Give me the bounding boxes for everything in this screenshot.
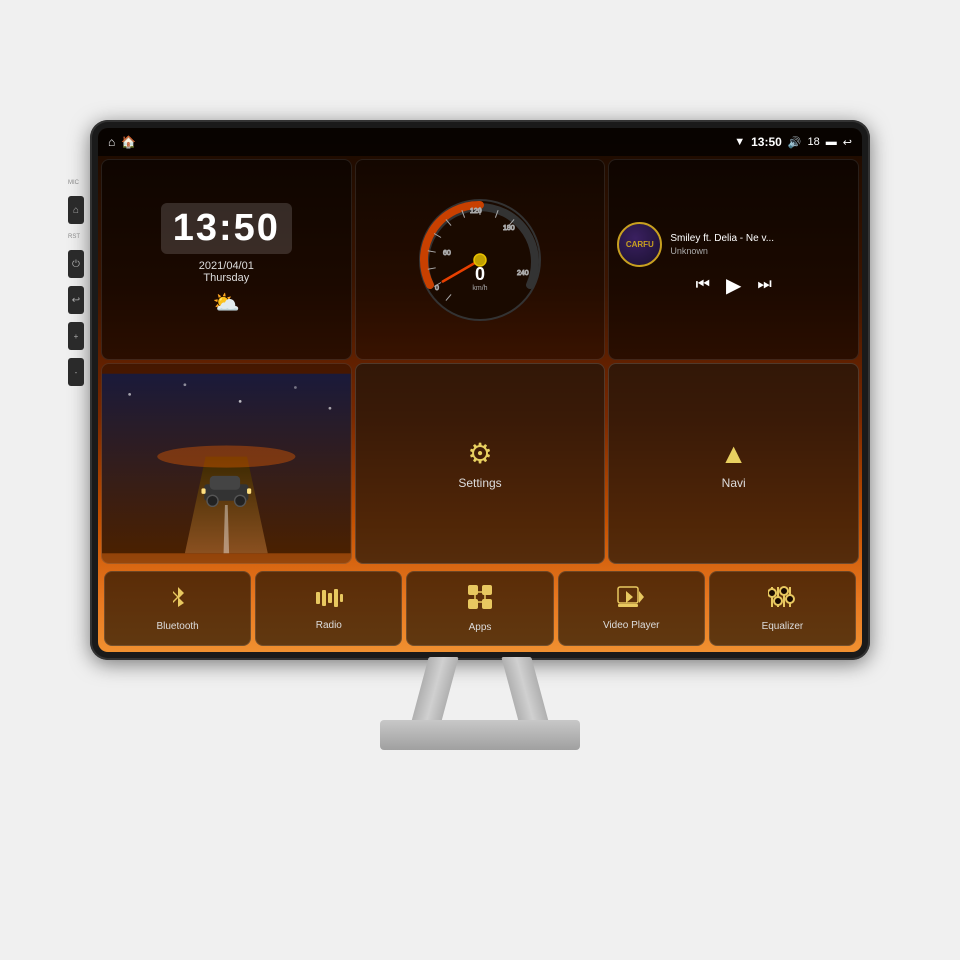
road-widget: [101, 363, 352, 564]
app-item-bluetooth[interactable]: Bluetooth: [104, 571, 251, 646]
back-icon: ↩: [843, 136, 852, 149]
music-title: Smiley ft. Delia - Ne v...: [670, 233, 850, 244]
bottom-app-row: Bluetooth Radio: [98, 567, 862, 652]
speedometer-svg: 0 60 120 180 240 0 km/h: [415, 195, 545, 325]
screen-icon: ▬: [826, 136, 837, 148]
video-icon: [617, 586, 645, 615]
app-item-radio[interactable]: Radio: [255, 571, 402, 646]
navi-widget[interactable]: ▲ Navi: [608, 363, 859, 564]
status-left-icons: ⌂ 🏠: [108, 135, 136, 149]
clock-day: Thursday: [203, 272, 249, 284]
home-icon: ⌂: [108, 135, 115, 149]
clock-time: 13:50: [161, 203, 292, 254]
prev-button[interactable]: ⏮: [696, 276, 710, 294]
road-scene-svg: [102, 364, 351, 563]
device-stand: [370, 650, 590, 750]
bluetooth-icon: [166, 585, 190, 616]
status-bar: ⌂ 🏠 ▼ 13:50 🔊 18 ▬ ↩: [98, 128, 862, 156]
wifi-icon: ▼: [734, 136, 745, 148]
music-top: CARFU Smiley ft. Delia - Ne v... Unknown: [617, 222, 850, 267]
main-content: 13:50 2021/04/01 Thursday ⛅: [98, 156, 862, 567]
bluetooth-label: Bluetooth: [156, 621, 198, 632]
apps-label: Apps: [469, 622, 492, 633]
stand-right-leg: [501, 657, 548, 722]
navi-label: Navi: [722, 476, 746, 490]
svg-text:120: 120: [470, 208, 482, 215]
music-album-art: CARFU: [617, 222, 662, 267]
navi-icon: ▲: [720, 438, 748, 470]
device-frame: MIC ⌂ RST ⏻ ↩ + - ⌂ 🏠: [90, 120, 870, 660]
equalizer-label: Equalizer: [762, 621, 804, 632]
settings-label: Settings: [458, 476, 501, 490]
svg-text:180: 180: [503, 225, 515, 232]
settings-widget[interactable]: ⚙ Settings: [355, 363, 606, 564]
music-widget: CARFU Smiley ft. Delia - Ne v... Unknown…: [608, 159, 859, 360]
vol-up-side-button[interactable]: +: [68, 322, 84, 350]
stand-left-leg: [411, 657, 458, 722]
mic-label: MIC: [68, 180, 84, 186]
next-button[interactable]: ⏭: [757, 276, 771, 294]
status-right-area: ▼ 13:50 🔊 18 ▬ ↩: [734, 135, 852, 149]
app-item-apps[interactable]: Apps: [406, 571, 553, 646]
weather-icon: ⛅: [213, 290, 240, 316]
apps-icon: [467, 584, 493, 617]
clock-widget: 13:50 2021/04/01 Thursday ⛅: [101, 159, 352, 360]
radio-icon: [315, 587, 343, 615]
settings-icon: ⚙: [467, 437, 492, 470]
home-side-button[interactable]: ⌂: [68, 196, 84, 224]
play-button[interactable]: ▶: [726, 273, 741, 298]
device-wrapper: MIC ⌂ RST ⏻ ↩ + - ⌂ 🏠: [80, 120, 880, 840]
rst-label: RST: [68, 234, 84, 240]
music-artist: Unknown: [670, 246, 850, 256]
svg-text:60: 60: [443, 250, 451, 257]
music-info: Smiley ft. Delia - Ne v... Unknown: [670, 233, 850, 256]
app-item-video[interactable]: Video Player: [558, 571, 705, 646]
svg-text:240: 240: [517, 270, 529, 277]
music-album-label: CARFU: [626, 240, 654, 249]
svg-text:0: 0: [435, 285, 439, 292]
music-controls: ⏮ ▶ ⏭: [617, 273, 850, 298]
equalizer-icon: [768, 585, 796, 616]
volume-icon: 🔊: [788, 136, 802, 149]
svg-text:km/h: km/h: [472, 285, 487, 292]
screen: ⌂ 🏠 ▼ 13:50 🔊 18 ▬ ↩ 13:50 2021/04/01: [98, 128, 862, 652]
vol-down-side-button[interactable]: -: [68, 358, 84, 386]
stand-base: [380, 720, 580, 750]
side-buttons: MIC ⌂ RST ⏻ ↩ + -: [68, 180, 84, 386]
status-time: 13:50: [751, 135, 782, 149]
app-item-equalizer[interactable]: Equalizer: [709, 571, 856, 646]
power-side-button[interactable]: ⏻: [68, 250, 84, 278]
video-label: Video Player: [603, 620, 660, 631]
radio-label: Radio: [316, 620, 342, 631]
svg-text:0: 0: [475, 264, 485, 284]
house-icon: 🏠: [121, 135, 136, 149]
clock-date: 2021/04/01: [199, 260, 254, 272]
battery-level: 18: [808, 136, 820, 148]
back-side-button[interactable]: ↩: [68, 286, 84, 314]
speedometer-widget: 0 60 120 180 240 0 km/h: [355, 159, 606, 360]
